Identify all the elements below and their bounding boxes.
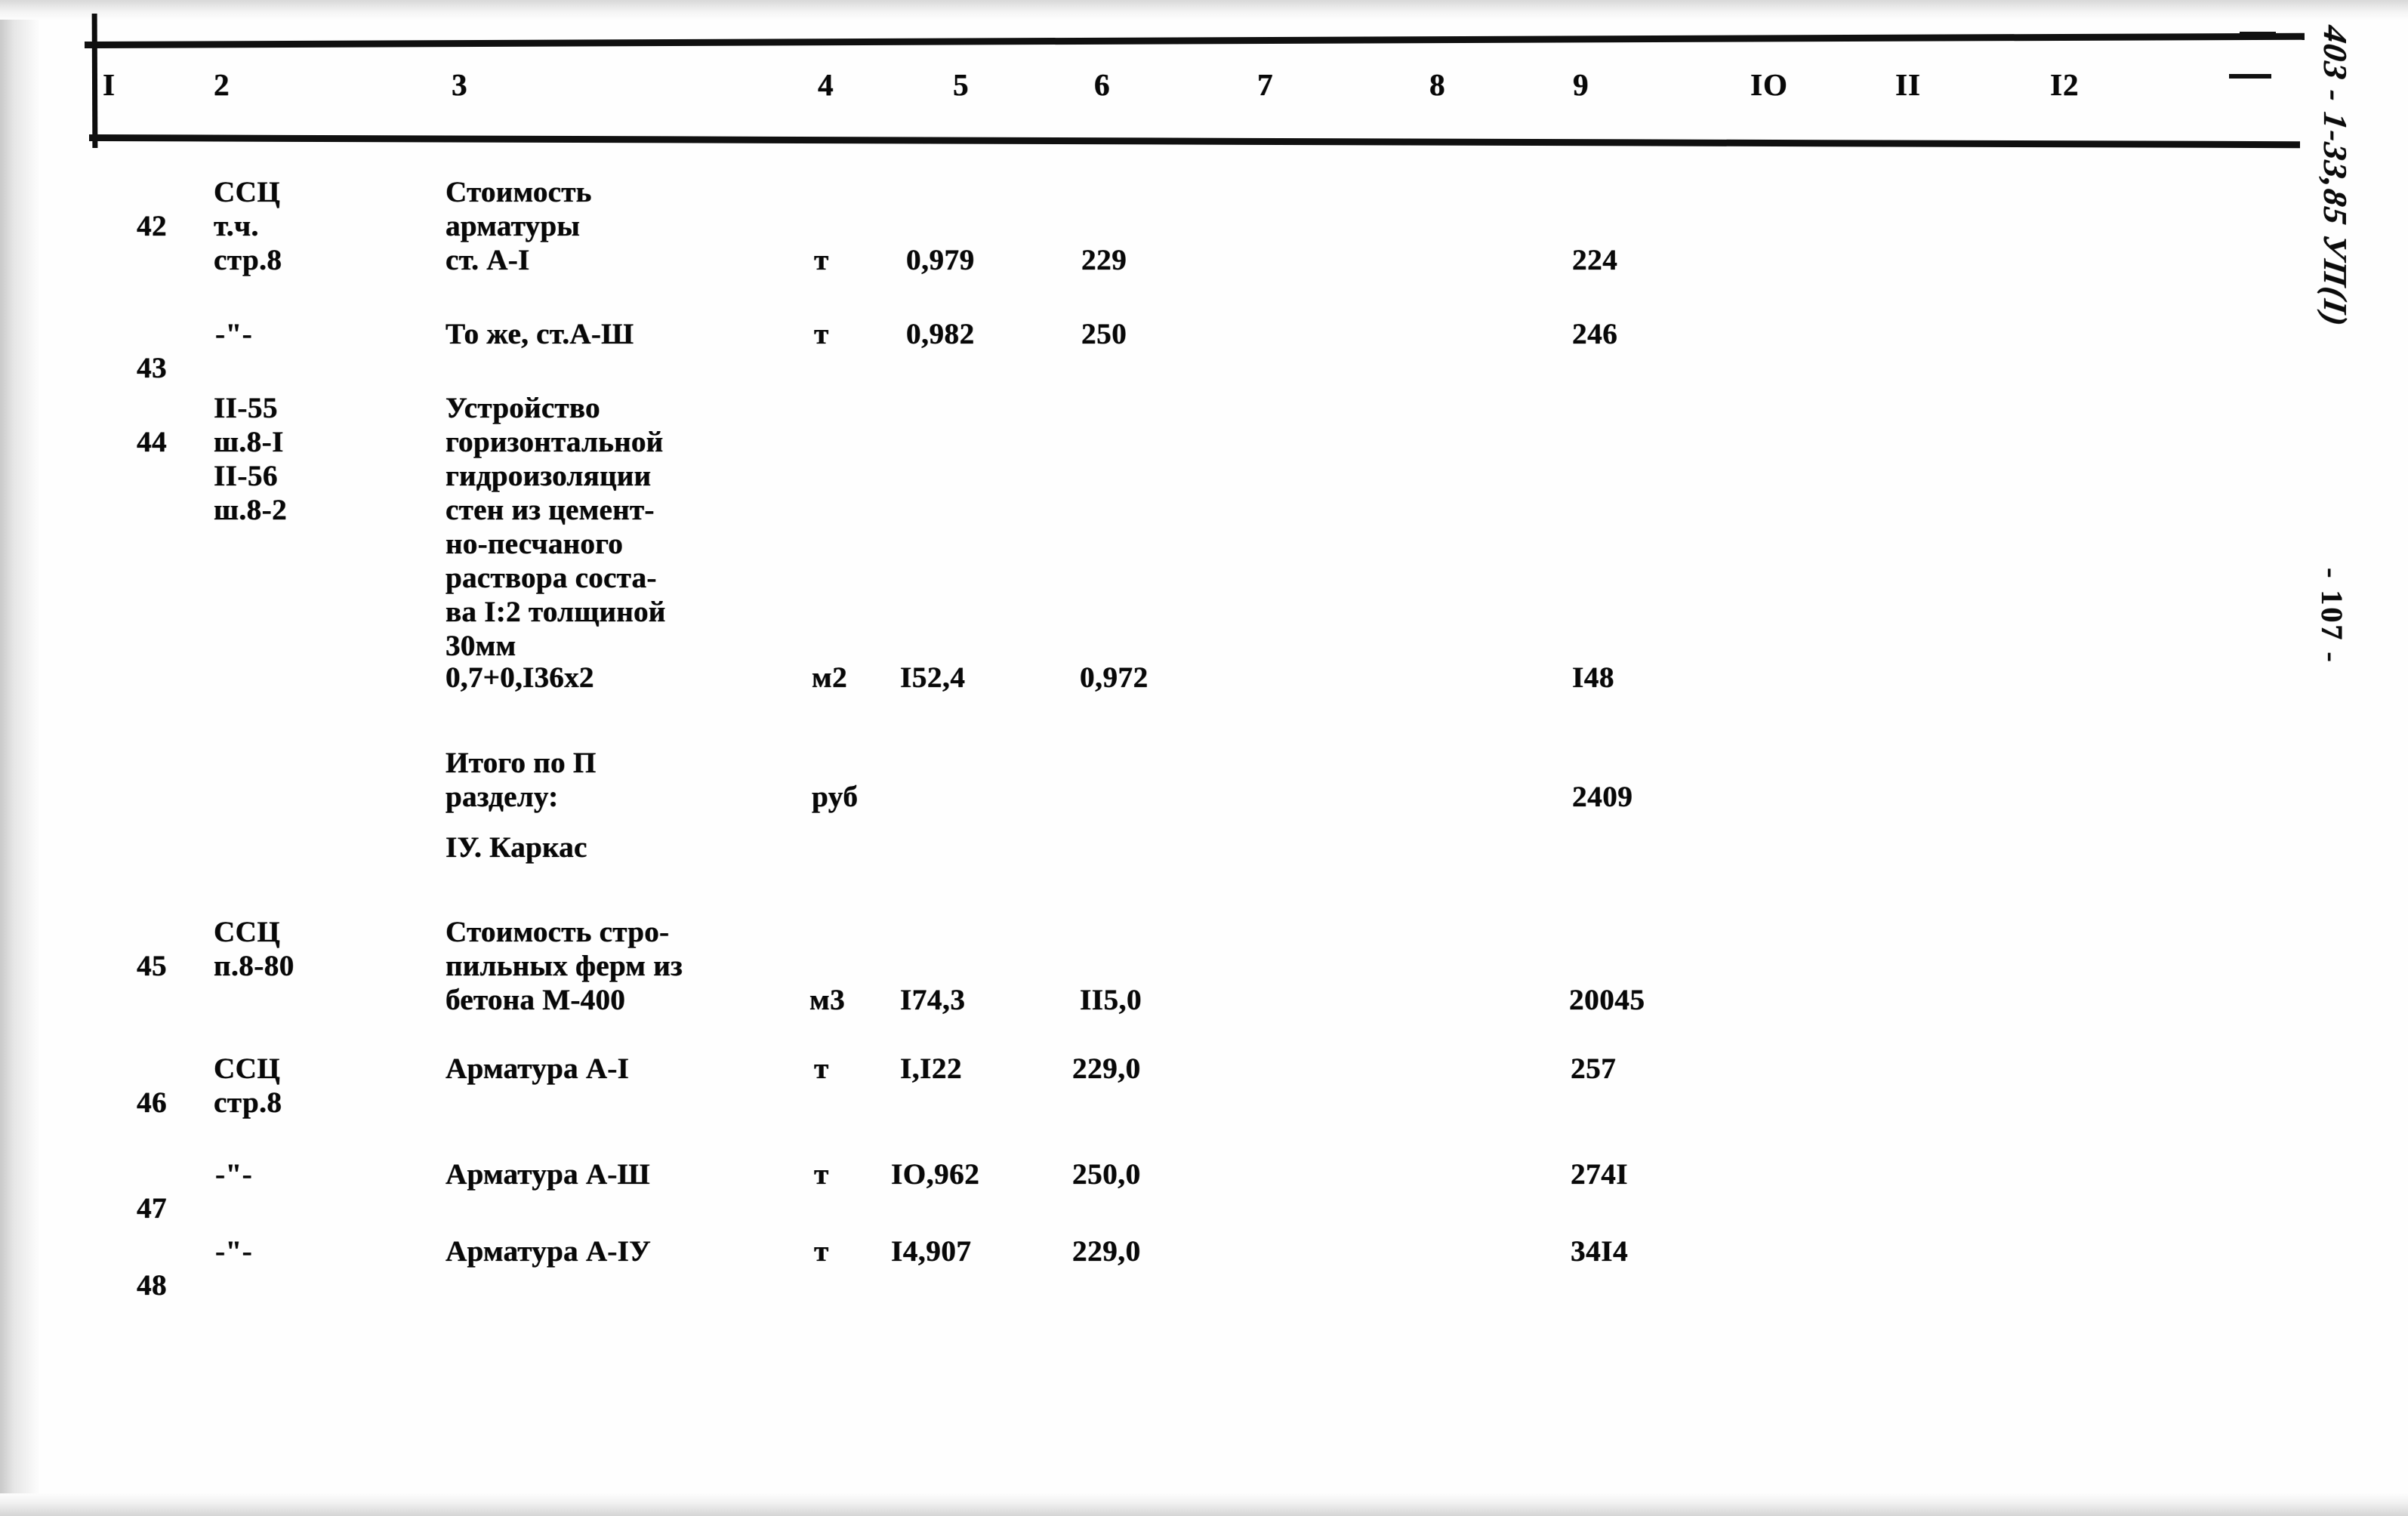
- row-number: 45: [137, 950, 167, 982]
- row-col6-cell: 229,0: [1072, 1052, 1141, 1085]
- table-row: 44: [106, 391, 167, 493]
- row-description-cell: Устройство горизонтальной гидроизоляции …: [446, 392, 666, 662]
- column-header-10: IO: [1750, 67, 1788, 102]
- table-left-vertical-rule: [91, 13, 98, 149]
- row-col6-cell: 229,0: [1072, 1235, 1141, 1268]
- row-unit-cell: т: [814, 1052, 829, 1085]
- row-number: 47: [137, 1192, 167, 1225]
- row-col6-cell: 250: [1081, 318, 1127, 350]
- row-col5-cell: I74,3: [900, 984, 966, 1016]
- row-unit-cell: т: [814, 1235, 829, 1268]
- row-col5-cell: I4,907: [891, 1235, 972, 1268]
- row-unit-cell: т: [814, 1158, 829, 1191]
- scan-edge-left: [0, 0, 39, 1516]
- row-unit-cell: м3: [809, 984, 846, 1016]
- row-col5-cell: I52,4: [900, 661, 966, 694]
- row-number: 44: [137, 426, 167, 458]
- row-description-cell: Арматура А-IУ: [446, 1235, 651, 1268]
- table-row: 48: [106, 1234, 167, 1336]
- scanned-document-page: I 2 3 4 5 6 7 8 9 IO II I2 42 ССЦ т.ч. с…: [0, 0, 2408, 1516]
- row-col5-cell: I,I22: [900, 1052, 963, 1085]
- row-unit-cell: т: [814, 244, 829, 276]
- row-col9-cell: 20045: [1569, 984, 1645, 1016]
- column-header-3: 3: [452, 67, 468, 102]
- column-header-6: 6: [1094, 67, 1111, 102]
- row-col9-cell: 274I: [1571, 1158, 1629, 1191]
- table-row: 46: [106, 1052, 167, 1154]
- column-header-7: 7: [1257, 67, 1274, 102]
- row-code-cell: -"-: [215, 318, 253, 350]
- row-col9-cell: 257: [1571, 1052, 1617, 1085]
- row-code-cell: ССЦ т.ч. стр.8: [214, 176, 282, 276]
- scan-edge-top: [0, 0, 2408, 20]
- row-code-cell: II-55 ш.8-I II-56 ш.8-2: [214, 392, 288, 526]
- margin-tick-top: [2240, 32, 2276, 35]
- column-header-12: I2: [2050, 67, 2080, 102]
- row-description-cell: Стоимость стро- пильных ферм из бетона М…: [446, 916, 683, 1016]
- row-code-cell: ССЦ п.8-80: [214, 916, 294, 982]
- margin-page-number: - 107 -: [2315, 568, 2349, 664]
- row-unit-cell: м2: [812, 661, 848, 694]
- column-header-2: 2: [214, 67, 230, 102]
- row-col6-cell: 250,0: [1072, 1158, 1141, 1191]
- table-row: 42: [106, 175, 167, 277]
- section-heading: IУ. Каркас: [446, 831, 587, 864]
- row-code-cell: ССЦ стр.8: [214, 1052, 282, 1119]
- row-col5-cell: 0,982: [906, 318, 975, 350]
- row-number: 48: [137, 1269, 167, 1302]
- column-header-8: 8: [1429, 67, 1446, 102]
- table-row: 45: [106, 915, 167, 1017]
- margin-document-code: 403 - 1-33,85 УП(I): [2317, 23, 2354, 330]
- row-number: 42: [137, 210, 167, 242]
- scan-edge-bottom: [0, 1493, 2408, 1516]
- row-col6-cell: 0,972: [1080, 661, 1149, 694]
- row-col6-cell: II5,0: [1080, 984, 1142, 1016]
- row-code-cell: -"-: [215, 1158, 253, 1191]
- table-top-rule: [84, 32, 2305, 48]
- row-col9-cell: 34I4: [1571, 1235, 1629, 1268]
- row-col9-cell: 246: [1572, 318, 1618, 350]
- row-col5-cell: 0,979: [906, 244, 975, 276]
- row-description-cell: Арматура А-Ш: [446, 1158, 650, 1191]
- row-code-cell: -"-: [215, 1235, 253, 1268]
- column-header-4: 4: [818, 67, 834, 102]
- row-unit-cell: т: [814, 318, 829, 350]
- row-number: 43: [137, 352, 167, 384]
- row-col9-cell: 224: [1572, 244, 1618, 276]
- row-col9-cell: I48: [1572, 661, 1614, 694]
- row-number: 46: [137, 1086, 167, 1119]
- row-description-cell: То же, ст.А-Ш: [446, 318, 634, 350]
- section-total-unit: руб: [812, 781, 859, 813]
- section-total-value: 2409: [1572, 781, 1633, 813]
- table-header-bottom-rule: [88, 134, 2300, 149]
- row-col6-cell: 229: [1081, 244, 1127, 276]
- row-description-cell: Арматура А-I: [446, 1052, 630, 1085]
- column-header-5: 5: [953, 67, 970, 102]
- section-total-label: Итого по П разделу:: [446, 747, 597, 813]
- column-header-9: 9: [1573, 67, 1589, 102]
- row-description-cell: Стоимость арматуры ст. А-I: [446, 176, 592, 276]
- row-col5-cell: IO,962: [891, 1158, 980, 1191]
- column-header-11: II: [1895, 67, 1921, 102]
- margin-tick-second: [2229, 74, 2271, 79]
- row-description-formula: 0,7+0,I36х2: [446, 661, 594, 694]
- column-header-1: I: [103, 67, 116, 102]
